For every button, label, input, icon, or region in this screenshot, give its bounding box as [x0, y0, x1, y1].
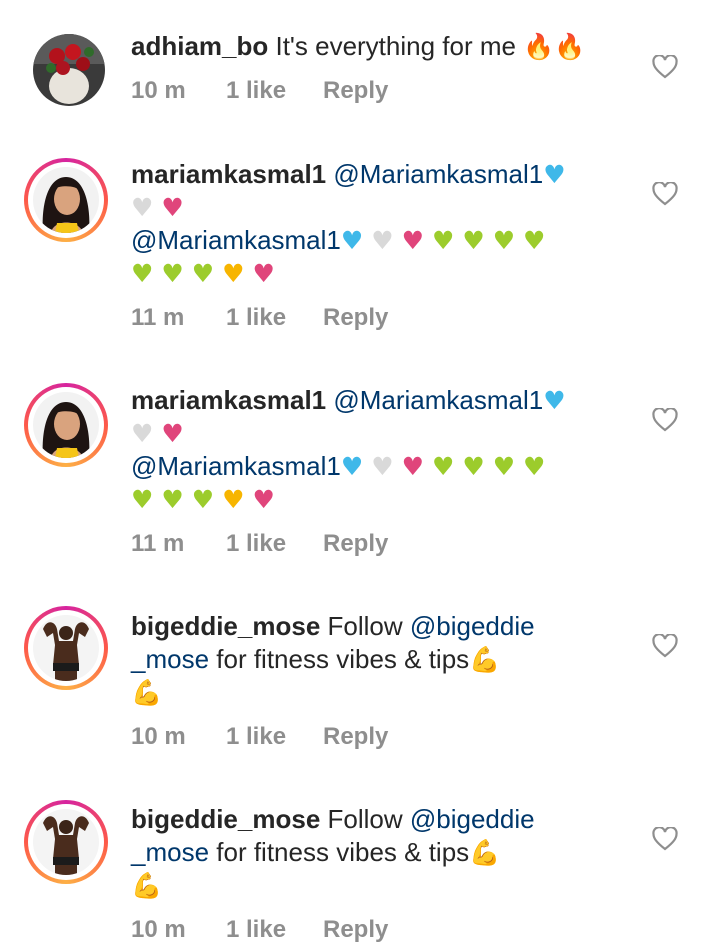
- comment-likes[interactable]: 1 like: [226, 77, 323, 105]
- blue-heart-icon: ♥: [340, 452, 364, 481]
- flexed-biceps-icon: 💪: [469, 838, 501, 867]
- comment-time: 10 m: [131, 723, 186, 750]
- avatar[interactable]: [24, 383, 108, 467]
- avatar[interactable]: [33, 34, 105, 106]
- flexed-biceps-icon: 💪: [469, 645, 501, 674]
- reply-button[interactable]: Reply: [323, 530, 388, 558]
- sparkling-heart-icon: ♥: [244, 485, 275, 514]
- roses-photo: [33, 34, 105, 106]
- white-heart-icon: ♥: [363, 226, 394, 255]
- comment-likes[interactable]: 1 like: [226, 304, 323, 332]
- like-heart-icon[interactable]: [652, 634, 678, 658]
- comment-meta: 11 m 1 like Reply: [131, 304, 388, 332]
- green-heart-icon: ♥ ♥ ♥: [131, 485, 215, 514]
- comment-body: mariamkasmal1 @Mariamkasmal1♥ ♥ ♥ @Maria…: [131, 384, 621, 516]
- man-flexing: [33, 615, 99, 681]
- blue-heart-icon: ♥: [543, 160, 566, 189]
- pink-heart-icon: ♥: [393, 226, 425, 255]
- green-heart-icon: ♥ ♥ ♥: [131, 259, 215, 288]
- comment-text: for fitness vibes & tips: [209, 644, 470, 674]
- yellow-heart-icon: ♥: [214, 485, 245, 514]
- comment-text: Follow: [320, 804, 410, 834]
- avatar[interactable]: [24, 606, 108, 690]
- comment-username[interactable]: bigeddie_mose: [131, 611, 320, 641]
- comment-mention[interactable]: @Mariamkasmal1: [131, 451, 341, 481]
- fire-icon: 🔥: [523, 32, 555, 61]
- avatar[interactable]: [24, 800, 108, 884]
- comment-username[interactable]: mariamkasmal1: [131, 385, 326, 415]
- comment-body: bigeddie_mose Follow @bigeddie _mose for…: [131, 610, 621, 709]
- green-heart-icon: ♥ ♥ ♥ ♥: [424, 452, 546, 481]
- comment-body: adhiam_bo It's everything for me 🔥🔥: [131, 30, 621, 63]
- comment-time: 10 m: [131, 77, 186, 104]
- white-heart-icon: ♥: [131, 193, 154, 222]
- comment-meta: 10 m 1 like Reply: [131, 723, 388, 751]
- flexed-biceps-icon: 💪: [131, 871, 163, 900]
- white-heart-icon: ♥: [131, 419, 154, 448]
- like-heart-icon[interactable]: [652, 182, 678, 206]
- sparkling-heart-icon: ♥: [244, 259, 275, 288]
- comment-meta: 11 m 1 like Reply: [131, 530, 388, 558]
- reply-button[interactable]: Reply: [323, 723, 388, 751]
- comment-time: 11 m: [131, 530, 185, 557]
- yellow-heart-icon: ♥: [214, 259, 245, 288]
- comment-username[interactable]: adhiam_bo: [131, 31, 268, 61]
- comment-text: for fitness vibes & tips: [209, 837, 470, 867]
- comment-mention[interactable]: @Mariamkasmal1: [326, 159, 543, 189]
- like-heart-icon[interactable]: [652, 408, 678, 432]
- comment-mention[interactable]: @bigeddie: [410, 611, 535, 641]
- comment-text: Follow: [320, 611, 410, 641]
- reply-button[interactable]: Reply: [323, 304, 388, 332]
- pink-heart-icon: ♥: [153, 193, 184, 222]
- comment-mention[interactable]: _mose: [131, 837, 209, 867]
- blue-heart-icon: ♥: [543, 386, 566, 415]
- comment-likes[interactable]: 1 like: [226, 723, 323, 751]
- woman-portrait: [33, 167, 99, 233]
- man-flexing: [33, 809, 99, 875]
- comment-likes[interactable]: 1 like: [226, 530, 323, 558]
- like-heart-icon[interactable]: [652, 827, 678, 851]
- like-heart-icon[interactable]: [652, 55, 678, 79]
- comment-mention[interactable]: @Mariamkasmal1: [326, 385, 543, 415]
- comment-mention[interactable]: _mose: [131, 644, 209, 674]
- reply-button[interactable]: Reply: [323, 77, 388, 105]
- comment-time: 10 m: [131, 916, 186, 943]
- avatar[interactable]: [24, 158, 108, 242]
- comment-username[interactable]: mariamkasmal1: [131, 159, 326, 189]
- comment-time: 11 m: [131, 304, 185, 331]
- comment-meta: 10 m 1 like Reply: [131, 77, 388, 105]
- comment-mention[interactable]: @Mariamkasmal1: [131, 225, 341, 255]
- comment-mention[interactable]: @bigeddie: [410, 804, 535, 834]
- pink-heart-icon: ♥: [153, 419, 184, 448]
- white-heart-icon: ♥: [363, 452, 394, 481]
- comment-likes[interactable]: 1 like: [226, 916, 323, 944]
- comment-username[interactable]: bigeddie_mose: [131, 804, 320, 834]
- reply-button[interactable]: Reply: [323, 916, 388, 944]
- woman-portrait: [33, 392, 99, 458]
- comment-body: bigeddie_mose Follow @bigeddie _mose for…: [131, 803, 621, 902]
- blue-heart-icon: ♥: [340, 226, 364, 255]
- comment-meta: 10 m 1 like Reply: [131, 916, 388, 944]
- green-heart-icon: ♥ ♥ ♥ ♥: [424, 226, 546, 255]
- fire-icon: 🔥: [554, 32, 586, 61]
- pink-heart-icon: ♥: [393, 452, 425, 481]
- comment-body: mariamkasmal1 @Mariamkasmal1♥ ♥ ♥ @Maria…: [131, 158, 621, 290]
- comment-text: It's everything for me: [268, 31, 524, 61]
- flexed-biceps-icon: 💪: [131, 678, 163, 707]
